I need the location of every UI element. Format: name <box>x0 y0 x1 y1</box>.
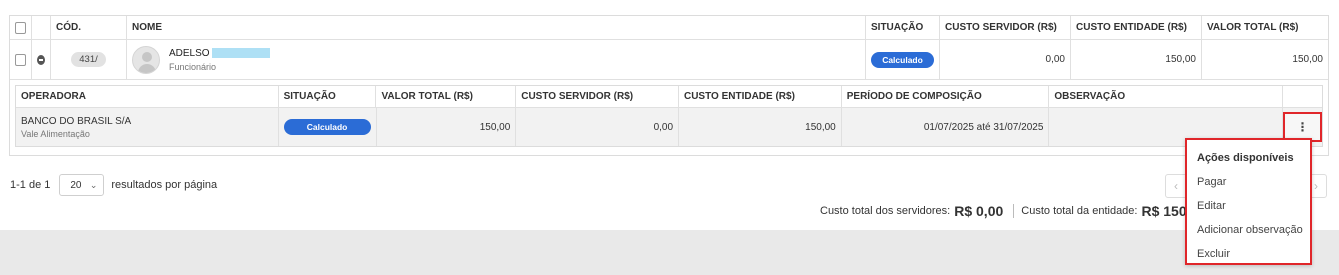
totals-divider <box>1013 204 1015 218</box>
actions-dropdown-menu: Ações disponíveis Pagar Editar Adicionar… <box>1185 138 1312 265</box>
sub-header-periodo[interactable]: PERÍODO DE COMPOSIÇÃO <box>842 86 1050 107</box>
sub-header-actions <box>1283 86 1322 107</box>
entidade-total-label: Custo total da entidade: <box>1021 205 1138 217</box>
sub-header-custo-servidor[interactable]: CUSTO SERVIDOR (R$) <box>516 86 679 107</box>
sub-header-operadora[interactable]: OPERADORA <box>16 86 279 107</box>
benefit-periodo: 01/07/2025 até 31/07/2025 <box>842 108 1050 146</box>
header-valor-total[interactable]: VALOR TOTAL (R$) <box>1202 16 1328 39</box>
benefit-custo-servidor: 0,00 <box>516 108 680 146</box>
sub-header-valor-total[interactable]: VALOR TOTAL (R$) <box>376 86 517 107</box>
per-page-value: 20 <box>70 179 82 191</box>
collapse-cell <box>32 40 51 79</box>
more-vertical-icon: ⋮ <box>1296 120 1309 134</box>
per-page-select[interactable]: 20 ⌄ <box>59 174 105 196</box>
menu-item-excluir[interactable]: Excluir <box>1187 242 1310 266</box>
name-cell: ADELSO Funcionário <box>127 40 866 79</box>
header-cod[interactable]: CÓD. <box>51 16 127 39</box>
operadora-cell: BANCO DO BRASIL S/A Vale Alimentação <box>16 108 279 146</box>
expanded-row-detail: OPERADORA SITUAÇÃO VALOR TOTAL (R$) CUST… <box>10 80 1328 155</box>
status-badge: Calculado <box>871 51 934 68</box>
employee-name[interactable]: ADELSO <box>169 48 210 59</box>
menu-item-adicionar-observacao[interactable]: Adicionar observação <box>1187 218 1310 242</box>
servidores-total-value: R$ 0,00 <box>954 203 1004 219</box>
menu-item-pagar[interactable]: Pagar <box>1187 170 1310 194</box>
row-checkbox[interactable] <box>15 53 26 66</box>
operadora-name: BANCO DO BRASIL S/A <box>21 115 132 127</box>
page-footer-band <box>0 230 1339 275</box>
menu-item-editar[interactable]: Editar <box>1187 194 1310 218</box>
expand-header-cell <box>32 16 51 39</box>
benefits-subtable: OPERADORA SITUAÇÃO VALOR TOTAL (R$) CUST… <box>15 85 1323 147</box>
header-situacao[interactable]: SITUAÇÃO <box>866 16 940 39</box>
results-range: 1-1 de 1 <box>10 179 51 191</box>
next-page-button[interactable]: › <box>1314 179 1318 193</box>
custo-servidor-cell: 0,00 <box>940 40 1071 79</box>
prev-page-button[interactable]: ‹ <box>1174 179 1178 193</box>
valor-total-cell: 150,00 <box>1292 54 1323 65</box>
benefit-custo-entidade: 150,00 <box>679 108 842 146</box>
per-page-label: resultados por página <box>111 179 218 191</box>
select-all-cell <box>10 16 32 39</box>
collapse-icon[interactable] <box>37 54 45 65</box>
header-nome[interactable]: NOME <box>127 16 866 39</box>
benefit-status-cell: Calculado <box>279 108 377 146</box>
employee-info: ADELSO Funcionário <box>169 48 270 72</box>
table-header-row: CÓD. NOME SITUAÇÃO CUSTO SERVIDOR (R$) C… <box>10 16 1328 40</box>
benefit-valor-total: 150,00 <box>377 108 517 146</box>
chevron-down-icon: ⌄ <box>89 179 98 190</box>
employees-table: CÓD. NOME SITUAÇÃO CUSTO SERVIDOR (R$) C… <box>9 15 1329 156</box>
benefit-status-badge: Calculado <box>283 119 371 135</box>
header-custo-servidor[interactable]: CUSTO SERVIDOR (R$) <box>940 16 1071 39</box>
row-select-cell <box>10 40 32 79</box>
custo-entidade-cell: 150,00 <box>1071 40 1202 79</box>
sub-header-situacao[interactable]: SITUAÇÃO <box>279 86 377 107</box>
status-cell: Calculado <box>866 40 940 79</box>
table-row: 431/ ADELSO Funcionário Calculado 0,00 1… <box>10 40 1328 80</box>
avatar <box>132 45 160 74</box>
subtable-header-row: OPERADORA SITUAÇÃO VALOR TOTAL (R$) CUST… <box>16 86 1322 108</box>
menu-title: Ações disponíveis <box>1197 152 1294 164</box>
sub-header-custo-entidade[interactable]: CUSTO ENTIDADE (R$) <box>679 86 842 107</box>
employee-role: Funcionário <box>169 61 217 72</box>
cost-totals: Custo total dos servidores: R$ 0,00 Cust… <box>820 203 1206 219</box>
servidores-total-label: Custo total dos servidores: <box>820 205 951 217</box>
select-all-checkbox[interactable] <box>15 21 26 34</box>
header-custo-entidade[interactable]: CUSTO ENTIDADE (R$) <box>1071 16 1202 39</box>
benefit-row: BANCO DO BRASIL S/A Vale Alimentação Cal… <box>16 108 1322 146</box>
benefit-type: Vale Alimentação <box>21 128 90 139</box>
name-redaction <box>211 48 270 58</box>
employee-code-badge: 431/ <box>71 52 106 67</box>
code-cell: 431/ <box>51 40 127 79</box>
pagination-info: 1-1 de 1 20 ⌄ resultados por página <box>10 174 217 196</box>
employee-name-line: ADELSO <box>169 48 270 59</box>
sub-header-observacao[interactable]: OBSERVAÇÃO <box>1049 86 1284 107</box>
